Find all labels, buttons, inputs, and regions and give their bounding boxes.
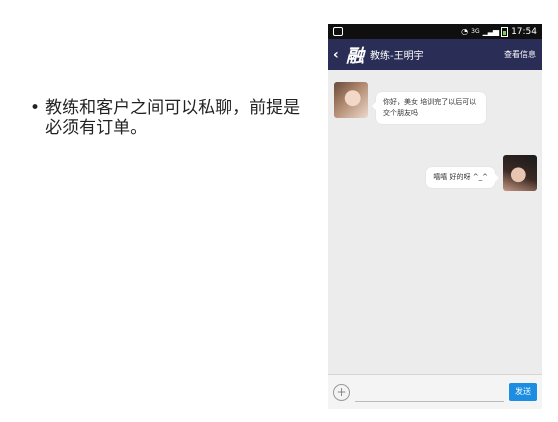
signal-icon: ▁▃▅ [482,27,500,36]
status-bar: ◔ 3G ▁▃▅ 17:54 [328,24,542,39]
slide-bullet: • 教练和客户之间可以私聊，前提是必须有订单。 [30,98,315,138]
message-bubble-right: 嘻嘻 好的呀 ^_^ [426,167,499,188]
nav-bar: ‹ 融 教练-王明宇 查看信息 [328,39,542,70]
slide-text: 教练和客户之间可以私聊，前提是必须有订单。 [45,98,301,138]
status-time: 17:54 [511,26,537,37]
avatar-coach[interactable] [334,82,368,118]
input-bar: + 发送 [328,374,542,409]
battery-icon [501,26,509,37]
wifi-icon: ◔ [461,27,469,36]
app-logo: 融 [346,45,364,67]
message-input[interactable] [355,382,504,402]
status-left [333,27,343,36]
phone-screen: ◔ 3G ▁▃▅ 17:54 ‹ 融 教练-王明宇 查看信息 你好，美女 培训完… [328,24,542,409]
send-button[interactable]: 发送 [509,383,537,401]
bullet-dot: • [30,98,41,118]
chat-area[interactable]: 你好，美女 培训完了以后可以交个朋友吗 嘻嘻 好的呀 ^_^ [328,70,542,375]
add-icon[interactable]: + [333,383,350,401]
chat-title: 教练-王明宇 [370,51,424,62]
notification-icon [333,27,343,36]
avatar-customer[interactable] [503,155,537,191]
message-bubble-left: 你好，美女 培训完了以后可以交个朋友吗 [372,92,486,124]
back-icon[interactable]: ‹ [333,47,343,63]
view-info-button[interactable]: 查看信息 [504,49,536,60]
status-right: ◔ 3G ▁▃▅ 17:54 [461,26,537,37]
network-label: 3G [471,28,480,35]
